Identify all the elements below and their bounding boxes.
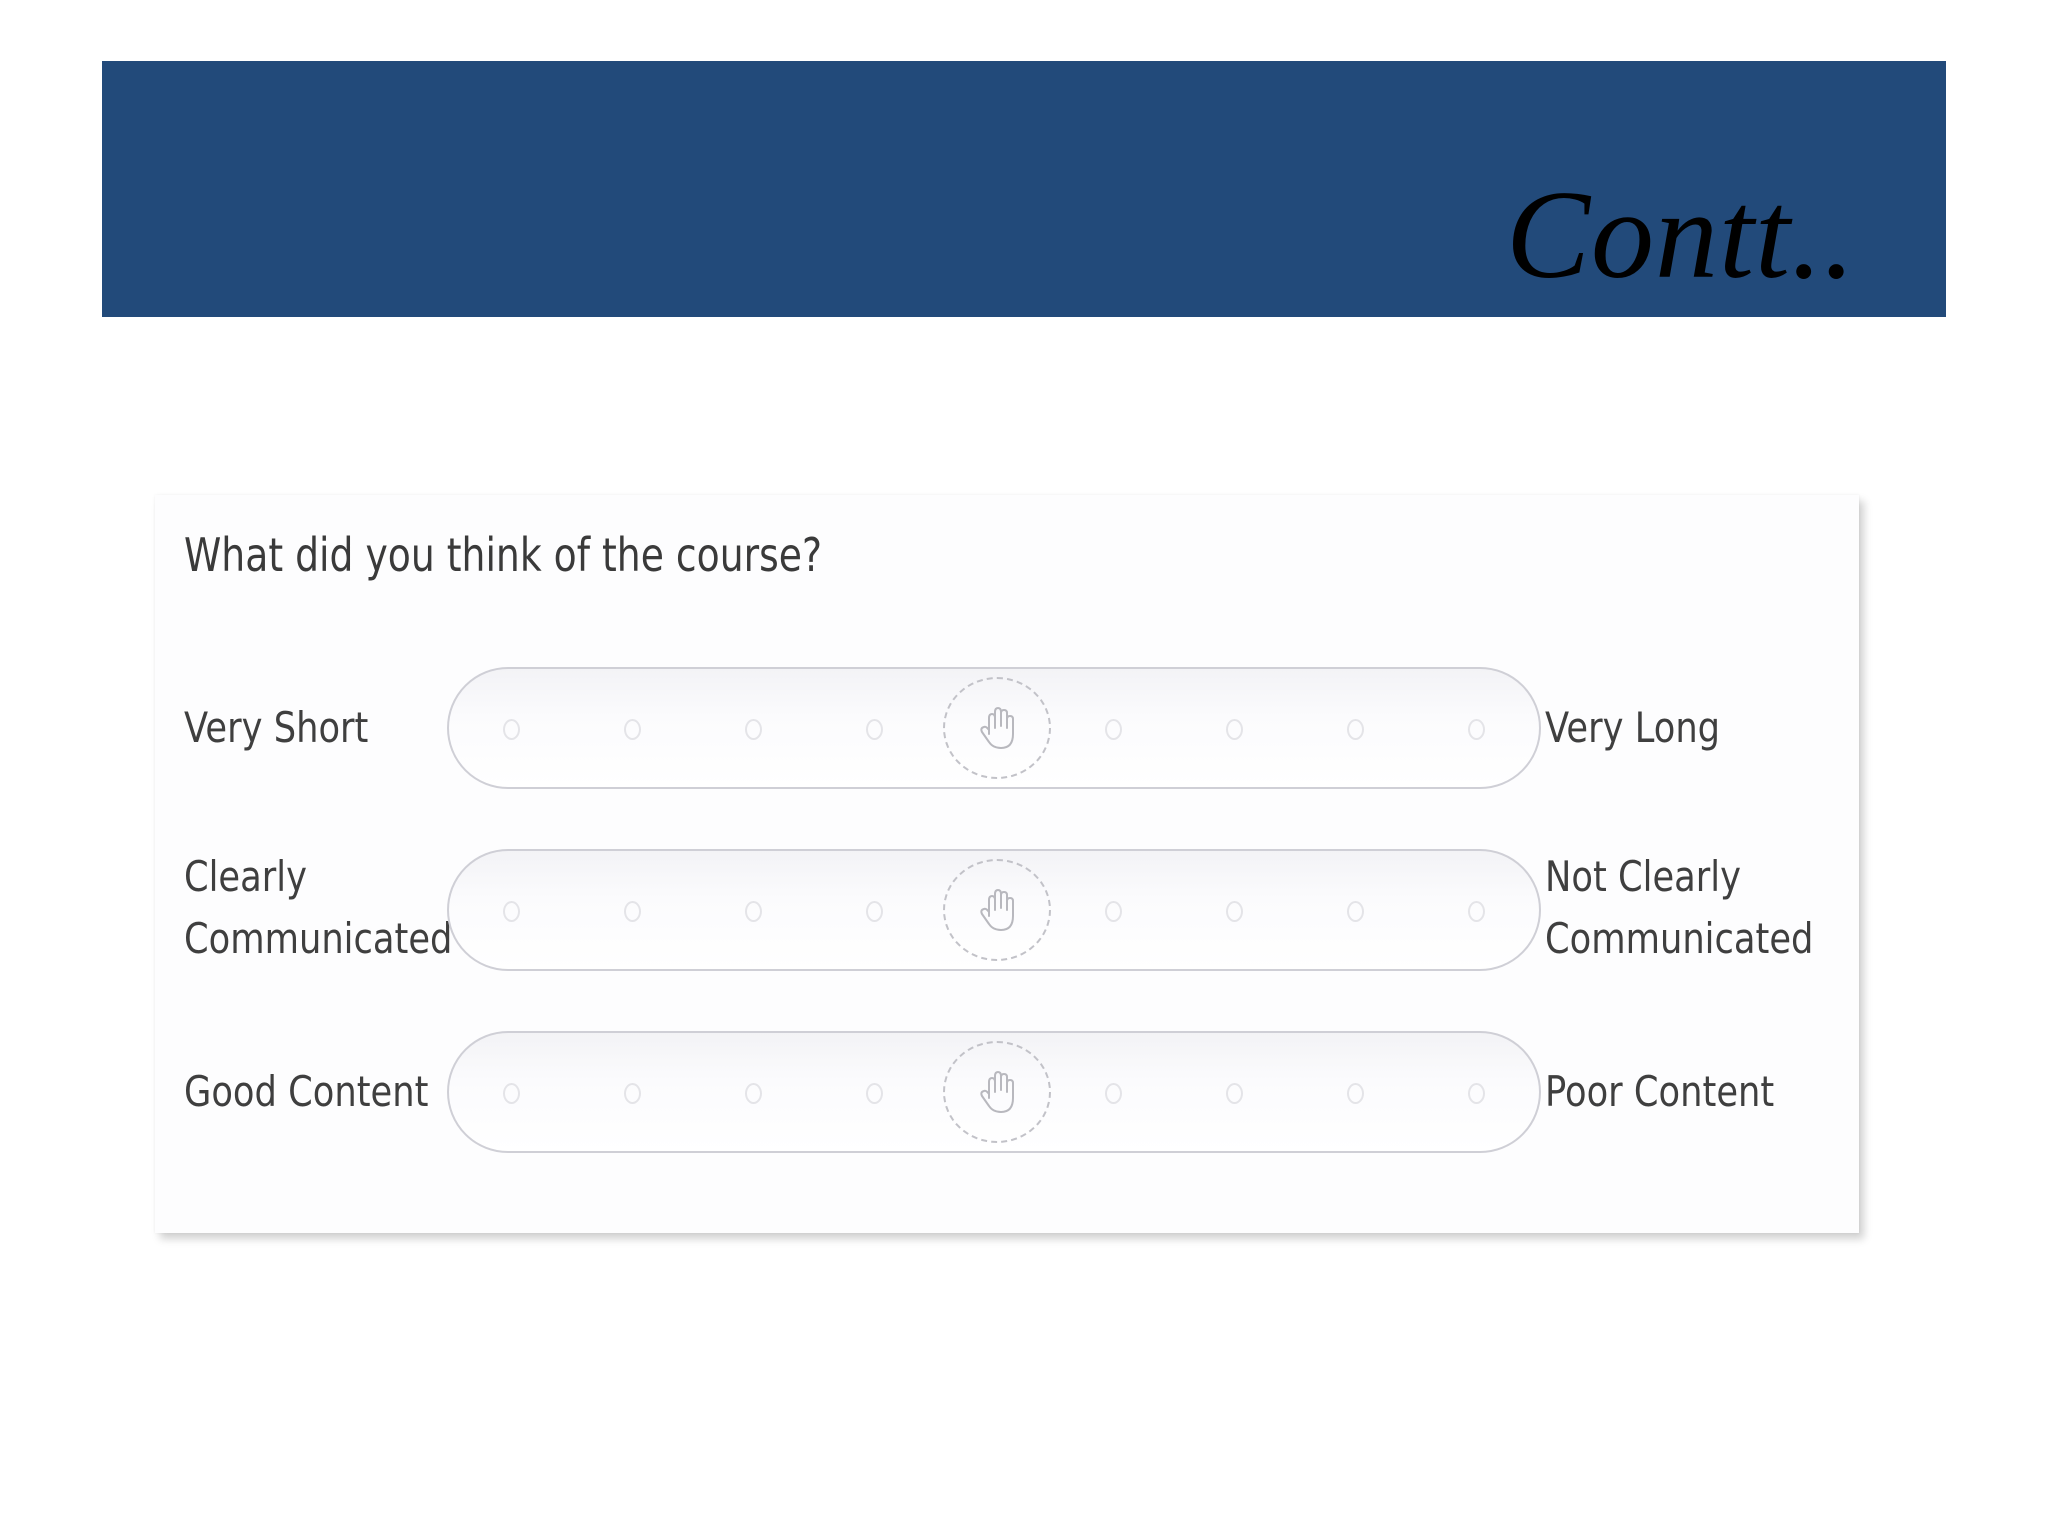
left-label-line: Very Short xyxy=(184,703,369,752)
hand-icon xyxy=(980,889,1014,931)
scale-point[interactable] xyxy=(745,1083,762,1104)
scale-point[interactable] xyxy=(1347,1083,1364,1104)
scale-point[interactable] xyxy=(1226,719,1243,740)
scale-point[interactable] xyxy=(624,901,641,922)
slider-handle[interactable] xyxy=(943,677,1051,779)
rating-row-length: Very Short Very Long xyxy=(155,667,1859,793)
scale-point[interactable] xyxy=(866,1083,883,1104)
slider-track[interactable] xyxy=(447,849,1541,971)
scale-point[interactable] xyxy=(1468,719,1485,740)
scale-point[interactable] xyxy=(745,719,762,740)
left-label: Good Content xyxy=(184,1061,428,1123)
scale-point[interactable] xyxy=(745,901,762,922)
scale-point[interactable] xyxy=(503,1083,520,1104)
hand-icon xyxy=(980,1071,1014,1113)
scale-point[interactable] xyxy=(503,901,520,922)
slider-handle[interactable] xyxy=(943,859,1051,961)
scale-point[interactable] xyxy=(1347,719,1364,740)
scale-point[interactable] xyxy=(866,719,883,740)
scale-point[interactable] xyxy=(866,901,883,922)
slide: Contt.. What did you think of the course… xyxy=(0,0,2048,1536)
right-label-line: Poor Content xyxy=(1545,1067,1775,1116)
left-label: Clearly Communicated xyxy=(184,846,452,970)
scale-point[interactable] xyxy=(1105,1083,1122,1104)
scale-point[interactable] xyxy=(624,719,641,740)
slider-track[interactable] xyxy=(447,667,1541,789)
right-label-line: Very Long xyxy=(1545,703,1721,752)
scale-point[interactable] xyxy=(624,1083,641,1104)
left-label: Very Short xyxy=(184,697,368,759)
right-label-line: Communicated xyxy=(1545,914,1814,963)
survey-question: What did you think of the course? xyxy=(184,528,823,582)
left-label-line: Communicated xyxy=(184,914,453,963)
scale-point[interactable] xyxy=(503,719,520,740)
slider-track[interactable] xyxy=(447,1031,1541,1153)
left-label-line: Good Content xyxy=(184,1067,429,1116)
slide-title: Contt.. xyxy=(1505,166,1856,305)
slider-handle[interactable] xyxy=(943,1041,1051,1143)
survey-panel: What did you think of the course? Very S… xyxy=(155,495,1859,1233)
scale-point[interactable] xyxy=(1105,901,1122,922)
scale-point[interactable] xyxy=(1347,901,1364,922)
scale-point[interactable] xyxy=(1468,1083,1485,1104)
right-label-line: Not Clearly xyxy=(1545,852,1741,901)
right-label: Poor Content xyxy=(1545,1061,1774,1123)
scale-point[interactable] xyxy=(1468,901,1485,922)
right-label: Very Long xyxy=(1545,697,1720,759)
title-banner: Contt.. xyxy=(102,61,1946,317)
rating-row-content: Good Content Poor Content xyxy=(155,1031,1859,1157)
left-label-line: Clearly xyxy=(184,852,307,901)
right-label: Not Clearly Communicated xyxy=(1545,846,1813,970)
rating-row-clarity: Clearly Communicated Not Clearly Communi… xyxy=(155,849,1859,975)
scale-point[interactable] xyxy=(1105,719,1122,740)
scale-point[interactable] xyxy=(1226,1083,1243,1104)
hand-icon xyxy=(980,707,1014,749)
scale-point[interactable] xyxy=(1226,901,1243,922)
